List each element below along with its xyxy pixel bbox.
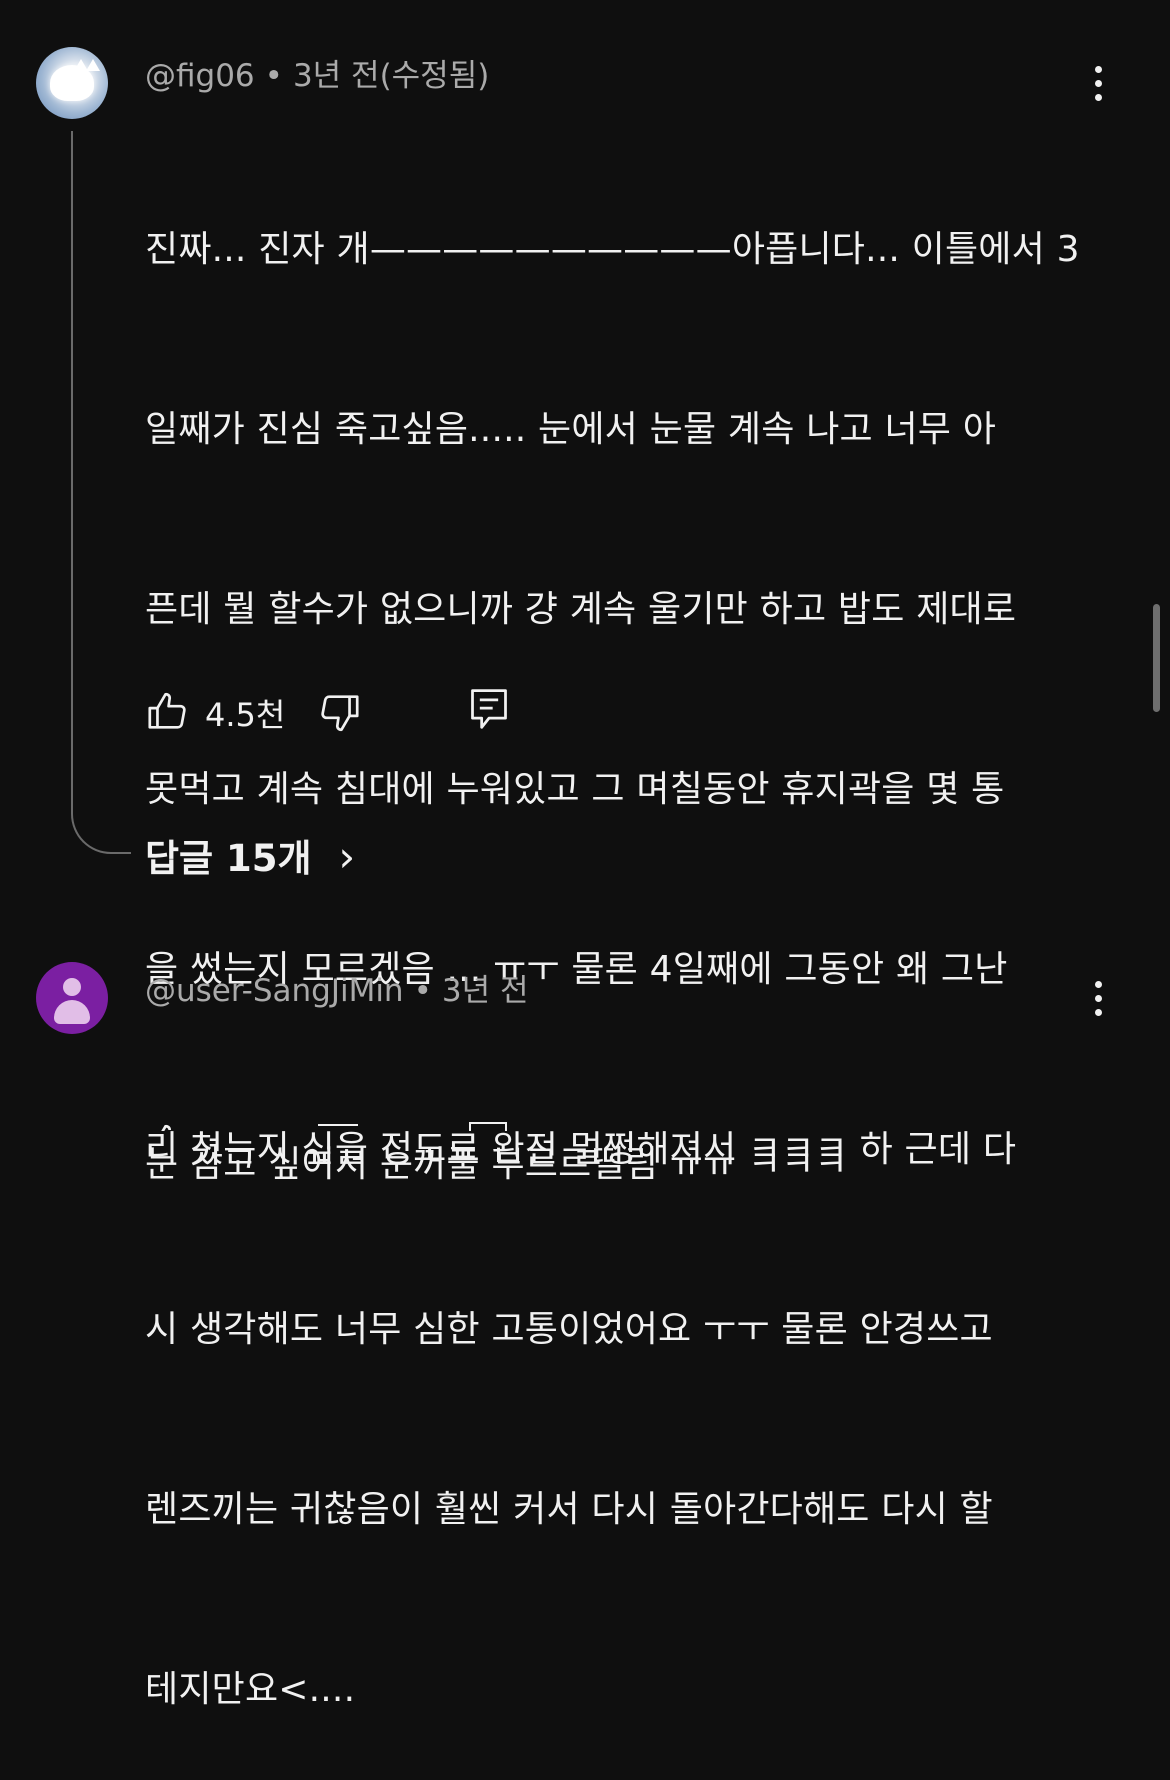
reply-button[interactable] — [467, 686, 511, 732]
thumb-up-icon — [148, 692, 186, 729]
like-count: 4.5천 — [205, 696, 286, 734]
meta-separator: • — [413, 973, 432, 1009]
comment-text-line: 렌즈끼는 귀찮음이 훨씬 커서 다시 돌아간다해도 다시 할 — [145, 1489, 993, 1530]
comment-text-line: 테지만요<.... — [145, 1669, 356, 1710]
more-vert-icon[interactable] — [1078, 968, 1118, 1028]
thumb-down-icon — [321, 695, 359, 732]
avatar[interactable] — [36, 962, 108, 1034]
replies-label: 답글 15개 — [145, 837, 312, 880]
thumb-up-icon — [161, 1124, 172, 1131]
dislike-button[interactable] — [318, 1124, 358, 1131]
like-button[interactable] — [145, 688, 191, 734]
reply-thread-line — [71, 131, 131, 854]
dislike-button[interactable] — [316, 690, 362, 736]
comment-text-line: 일째가 진심 죽고싶음..... 눈에서 눈물 계속 나고 너무 아 — [145, 409, 997, 450]
scrollbar-thumb[interactable] — [1153, 604, 1160, 712]
comment-meta: @user-SangJiMin • 3년 전 — [145, 965, 529, 1010]
comment-meta: @fig06 • 3년 전(수정됨) — [145, 50, 489, 95]
more-vert-icon[interactable] — [1078, 53, 1118, 113]
reply-button[interactable] — [469, 1122, 507, 1131]
comment-timestamp[interactable]: 3년 전 — [442, 973, 529, 1009]
like-button[interactable] — [145, 1120, 191, 1131]
avatar[interactable] — [36, 47, 108, 119]
comment-text-line: 픈데 뭘 할수가 없으니까 걍 계속 울기만 하고 밥도 제대로 — [145, 589, 1017, 630]
comment-text-line: 시 생각해도 너무 심한 고통이었어요 ㅜㅜ 물론 안경쓰고 — [145, 1309, 993, 1350]
comment-author[interactable]: @user-SangJiMin — [145, 973, 404, 1009]
meta-separator: • — [264, 58, 283, 94]
comment-text: 눈 감고 싶어서 눈꺼풀 부르르떨림 ㅠㅠ ㅋㅋㅋ — [145, 1015, 848, 1255]
comment-author[interactable]: @fig06 — [145, 58, 255, 94]
view-replies-button[interactable]: 답글 15개 › — [145, 828, 355, 882]
comment-text-line: 못먹고 계속 침대에 누워있고 그 며칠동안 휴지곽을 몇 통 — [145, 769, 1005, 810]
comment-text: 진짜... 진자 개——————————아픕니다... 이틀에서 3 일째가 진… — [145, 100, 1080, 1780]
comment-icon — [471, 689, 507, 729]
chevron-right-icon: › — [338, 832, 356, 881]
comment-text-line: 눈 감고 싶어서 눈꺼풀 부르르떨림 ㅠㅠ ㅋㅋㅋ — [145, 1144, 848, 1185]
comment-text-line: 진짜... 진자 개——————————아픕니다... 이틀에서 3 — [145, 229, 1080, 270]
comment-timestamp[interactable]: 3년 전(수정됨) — [293, 58, 489, 94]
